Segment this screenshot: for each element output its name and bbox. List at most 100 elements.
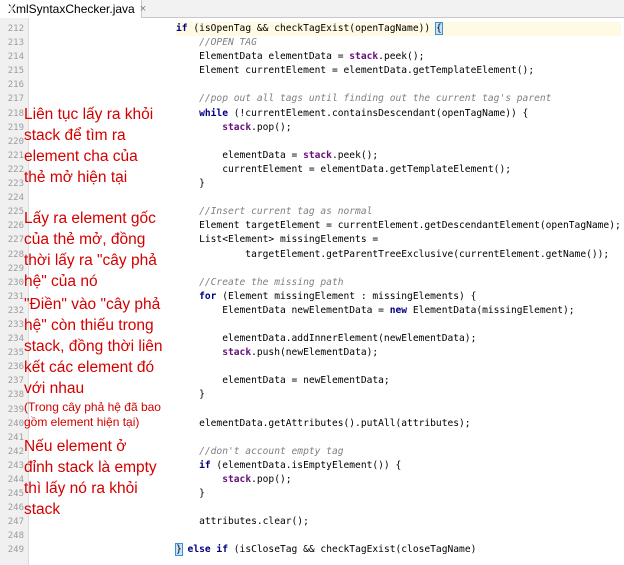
line-number: 245 <box>7 489 24 500</box>
code-line: Element currentElement = elementData.get… <box>176 64 621 78</box>
annotation-line: thẻ mở hiện tại <box>24 169 128 186</box>
code-comment: //pop out all tags until finding out the… <box>176 93 552 105</box>
code-line: } else if (isCloseTag && checkTagExist(c… <box>175 543 621 557</box>
line-number: 236 <box>7 362 24 373</box>
annotation-note-small: (Trong cây phả hệ đã bao gồm element hiệ… <box>24 400 174 430</box>
annotation-line: Lấy ra element gốc <box>24 210 156 227</box>
annotation-line: thời lấy ra "cây phả <box>24 252 157 269</box>
code-text: .push(newElementData); <box>251 347 379 359</box>
tab-label: XmlSyntaxChecker.java <box>8 2 135 16</box>
annotation-line: đỉnh stack là empty <box>24 459 157 476</box>
line-number: 214 <box>7 52 24 63</box>
code-line: //Create the missing path <box>176 276 621 290</box>
code-text: attributes.clear(); <box>176 516 309 528</box>
code-keyword: if <box>176 23 188 34</box>
line-number: 242 <box>7 446 24 457</box>
close-icon[interactable]: × <box>140 3 146 15</box>
code-line: elementData = newElementData; <box>176 374 621 388</box>
code-line: //pop out all tags until finding out the… <box>176 92 621 106</box>
line-number: 227 <box>7 235 24 246</box>
code-line: //don't account empty tag <box>176 445 621 459</box>
code-editor[interactable]: if (isOpenTag && checkTagExist(openTagNa… <box>175 22 621 558</box>
code-field: stack <box>349 51 379 63</box>
line-number: 212 <box>7 24 24 34</box>
annotation-empty-element: Nếu element ở đỉnh stack là empty thì lấ… <box>24 436 174 520</box>
line-number: 217 <box>7 94 24 105</box>
code-line: ElementData elementData = stack.peek(); <box>176 50 621 64</box>
annotation-line: stack, đồng thời liên <box>24 338 163 355</box>
code-line: } <box>176 487 621 501</box>
line-number: 248 <box>7 531 24 542</box>
line-number: 238 <box>7 390 24 401</box>
annotation-line: hệ" còn thiếu trong <box>24 317 154 334</box>
code-text: Element targetElement = currentElement.g… <box>176 220 621 232</box>
code-line: currentElement = elementData.getTemplate… <box>176 163 621 177</box>
code-text: ElementData newElementData = <box>176 304 390 316</box>
annotation-line: (Trong cây phả hệ đã bao <box>24 400 161 414</box>
code-line: ElementData newElementData = new Element… <box>176 304 621 318</box>
code-line: attributes.clear(); <box>176 515 621 529</box>
annotation-line: "Điền" vào "cây phả <box>24 296 161 313</box>
code-text: (elementData.isEmptyElement()) { <box>210 459 402 471</box>
annotation-line: gồm element hiện tại) <box>24 415 140 429</box>
line-number: 224 <box>7 193 24 204</box>
code-field: stack <box>303 149 332 161</box>
code-text: (!currentElement.containsDescendant(open… <box>227 107 529 119</box>
code-text: targetElement.getParentTreeExclusive(cur… <box>176 248 610 260</box>
code-text: elementData = <box>176 149 304 161</box>
line-number: 247 <box>7 517 24 528</box>
code-keyword: while <box>176 107 228 119</box>
line-number: 225 <box>7 207 24 218</box>
code-text: .pop(); <box>251 474 292 485</box>
line-number: 228 <box>7 249 24 260</box>
code-text: } <box>176 389 205 401</box>
code-line: Element targetElement = currentElement.g… <box>176 219 621 233</box>
line-number: 213 <box>7 38 24 49</box>
code-text: elementData.addInnerElement(newElementDa… <box>176 333 477 345</box>
code-text: .peek(); <box>331 149 379 161</box>
line-numbers: 212 213 214 215 216 217 218 219 220 221 … <box>0 22 24 558</box>
line-number: 239 <box>7 404 24 415</box>
tab-xmlsyntaxchecker[interactable]: XmlSyntaxChecker.java × <box>0 0 146 18</box>
code-line: stack.pop(); <box>176 473 621 487</box>
code-keyword: new <box>389 304 408 316</box>
code-line: if (elementData.isEmptyElement()) { <box>176 459 621 473</box>
line-number: 222 <box>7 164 24 175</box>
code-text: elementData = newElementData; <box>176 375 390 387</box>
line-number: 215 <box>7 66 24 77</box>
code-text: } <box>176 178 205 190</box>
code-keyword: for <box>176 290 217 302</box>
matched-brace: { <box>434 22 443 35</box>
line-number: 220 <box>7 136 24 147</box>
code-keyword: if <box>176 459 211 471</box>
annotation-line: Liên tục lấy ra khỏi <box>24 106 154 123</box>
code-line: elementData = stack.peek(); <box>176 149 621 163</box>
editor-tab-bar: XmlSyntaxChecker.java × <box>0 0 624 18</box>
line-number: 221 <box>7 150 24 161</box>
code-text: (isCloseTag && checkTagExist(closeTagNam… <box>228 544 477 556</box>
code-line: List<Element> missingElements = <box>176 233 621 247</box>
annotation-line: stack <box>24 501 61 518</box>
code-line: } <box>176 388 621 402</box>
line-number: 234 <box>7 334 24 345</box>
code-text: currentElement = elementData.getTemplate… <box>176 163 512 175</box>
code-comment: //Create the missing path <box>176 276 344 288</box>
line-number: 244 <box>7 475 24 485</box>
line-number: 240 <box>7 418 24 429</box>
code-line: stack.push(newElementData); <box>176 346 621 360</box>
line-number: 241 <box>7 432 24 443</box>
line-number: 231 <box>7 291 24 302</box>
code-text: } <box>176 488 205 500</box>
code-text: Element currentElement = elementData.get… <box>176 65 535 77</box>
code-line: for (Element missingElement : missingEle… <box>176 290 621 304</box>
annotation-line: Nếu element ở <box>24 438 127 455</box>
code-line: elementData.getAttributes().putAll(attri… <box>176 417 621 431</box>
annotation-family-tree: Lấy ra element gốc của thẻ mở, đồng thời… <box>24 208 174 292</box>
line-number: 218 <box>7 108 24 119</box>
